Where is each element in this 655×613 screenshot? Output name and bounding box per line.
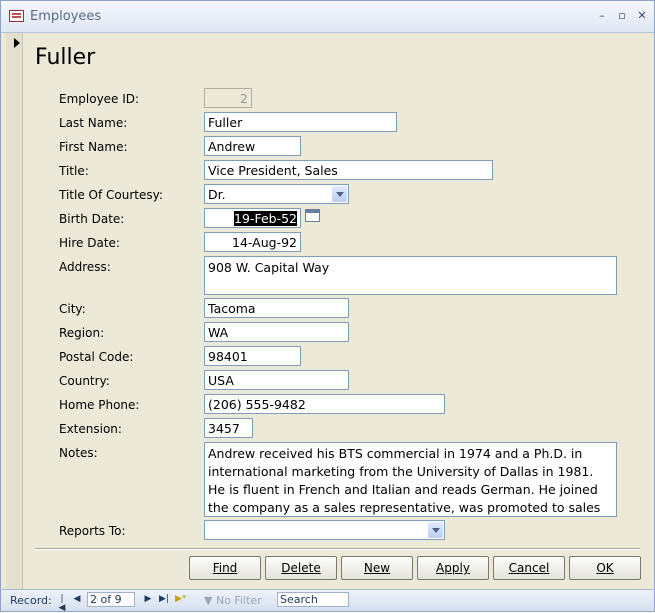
new-record-icon[interactable]: ▶* xyxy=(175,595,186,604)
reports-to-select[interactable] xyxy=(204,520,445,540)
record-label: Record: xyxy=(10,594,52,607)
restore-icon[interactable]: ▫ xyxy=(615,9,629,23)
find-button[interactable]: Find xyxy=(189,556,261,580)
last-record-icon[interactable]: ▶| xyxy=(159,595,169,604)
home-phone-label: Home Phone: xyxy=(59,398,140,412)
title-label: Title: xyxy=(59,164,89,178)
calendar-icon[interactable] xyxy=(305,209,320,222)
record-selector[interactable] xyxy=(6,33,23,589)
minimize-icon[interactable]: – xyxy=(595,9,609,23)
new-button[interactable]: New xyxy=(341,556,413,580)
current-record-icon xyxy=(14,38,20,48)
employee-id-field: 2 xyxy=(204,88,252,108)
cancel-button[interactable]: Cancel xyxy=(493,556,565,580)
hire-date-label: Hire Date: xyxy=(59,236,120,250)
form-icon xyxy=(9,10,24,22)
last-name-label: Last Name: xyxy=(59,116,128,130)
postal-code-field[interactable]: 98401 xyxy=(204,346,301,366)
region-field[interactable]: WA xyxy=(204,322,349,342)
record-number-input[interactable]: 2 of 9 xyxy=(87,592,135,607)
employee-id-label: Employee ID: xyxy=(59,92,140,106)
apply-button[interactable]: Apply xyxy=(417,556,489,580)
first-record-icon[interactable]: |◀ xyxy=(58,595,66,613)
chevron-down-icon[interactable] xyxy=(428,522,443,538)
next-record-icon[interactable]: ▶ xyxy=(144,595,152,604)
close-icon[interactable]: ✕ xyxy=(635,9,649,23)
title-bar: Employees – ▫ ✕ xyxy=(1,1,654,33)
reports-to-label: Reports To: xyxy=(59,524,126,538)
birth-date-label: Birth Date: xyxy=(59,212,125,226)
notes-field[interactable]: Andrew received his BTS commercial in 19… xyxy=(204,442,617,517)
address-label: Address: xyxy=(59,260,111,274)
record-navigation-bar: Record: |◀ ◀ 2 of 9 ▶ ▶| ▶* ▼ No Filter … xyxy=(2,589,653,613)
filter-icon: ▼ xyxy=(204,594,213,607)
previous-record-icon[interactable]: ◀ xyxy=(73,595,81,604)
birth-date-field[interactable]: 19-Feb-52 xyxy=(204,208,301,228)
title-of-courtesy-select[interactable]: Dr. xyxy=(204,184,349,204)
no-filter-button[interactable]: ▼ No Filter xyxy=(204,594,262,607)
extension-label: Extension: xyxy=(59,422,122,436)
title-of-courtesy-label: Title Of Courtesy: xyxy=(59,188,163,202)
no-filter-label: No Filter xyxy=(215,594,262,607)
address-field[interactable]: 908 W. Capital Way xyxy=(204,256,617,295)
city-field[interactable]: Tacoma xyxy=(204,298,349,318)
last-name-field[interactable]: Fuller xyxy=(204,112,397,132)
postal-code-label: Postal Code: xyxy=(59,350,134,364)
employees-window: Employees – ▫ ✕ Fuller Employee ID: 2 La… xyxy=(0,0,655,613)
notes-label: Notes: xyxy=(59,446,98,460)
ok-button[interactable]: OK xyxy=(569,556,641,580)
employee-form: Fuller Employee ID: 2 Last Name: Fuller … xyxy=(23,33,653,589)
home-phone-field[interactable]: (206) 555-9482 xyxy=(204,394,445,414)
search-input[interactable]: Search xyxy=(277,592,349,607)
country-label: Country: xyxy=(59,374,110,388)
extension-field[interactable]: 3457 xyxy=(204,418,253,438)
divider xyxy=(35,548,640,550)
chevron-down-icon[interactable] xyxy=(332,186,347,202)
region-label: Region: xyxy=(59,326,105,340)
delete-button[interactable]: Delete xyxy=(265,556,337,580)
city-label: City: xyxy=(59,302,86,316)
window-title: Employees xyxy=(30,9,102,24)
hire-date-field[interactable]: 14-Aug-92 xyxy=(204,232,301,252)
page-title: Fuller xyxy=(35,45,96,70)
birth-date-value: 19-Feb-52 xyxy=(234,211,297,226)
country-field[interactable]: USA xyxy=(204,370,349,390)
title-of-courtesy-value: Dr. xyxy=(208,187,226,202)
title-field[interactable]: Vice President, Sales xyxy=(204,160,493,180)
first-name-label: First Name: xyxy=(59,140,128,154)
first-name-field[interactable]: Andrew xyxy=(204,136,301,156)
